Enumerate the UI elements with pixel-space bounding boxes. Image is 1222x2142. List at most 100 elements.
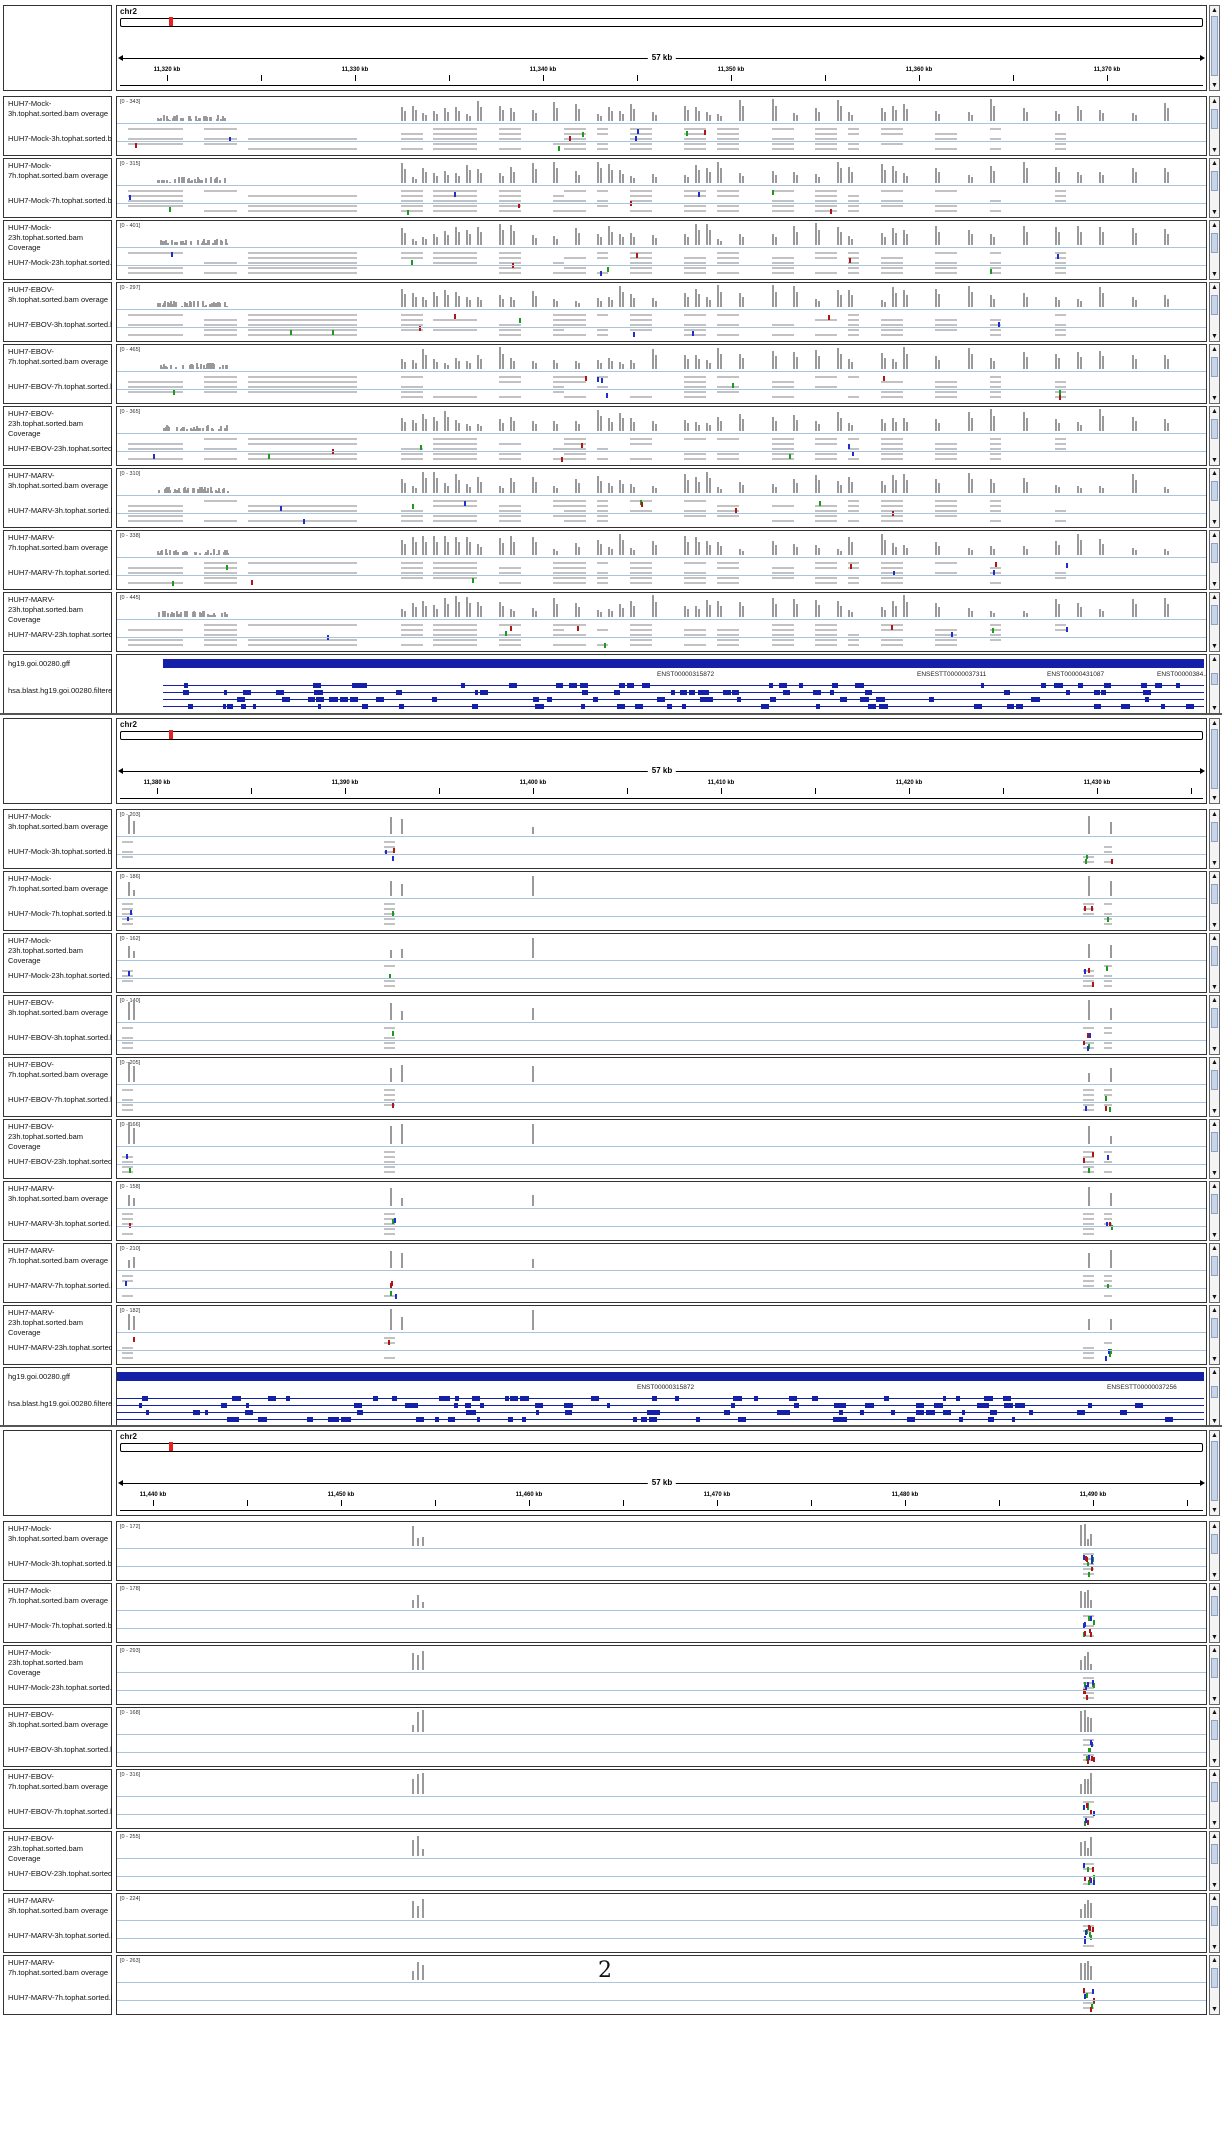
aligned-read[interactable]: [815, 567, 837, 569]
aligned-read[interactable]: [122, 980, 133, 982]
aligned-read[interactable]: [248, 324, 357, 326]
coverage-track-label[interactable]: HUH7-MARV-7h.tophat.sorted.bam overage: [8, 533, 112, 553]
alignment-track[interactable]: [117, 187, 1206, 217]
aligned-read[interactable]: [248, 453, 357, 455]
aligned-read[interactable]: [499, 272, 521, 274]
aligned-read[interactable]: [553, 314, 564, 316]
aligned-read[interactable]: [717, 272, 739, 274]
aligned-read[interactable]: [717, 324, 739, 326]
aligned-read[interactable]: [248, 624, 357, 626]
aligned-read[interactable]: [248, 257, 357, 259]
scrollbar-thumb[interactable]: [1211, 1534, 1218, 1554]
aligned-read[interactable]: [128, 195, 183, 197]
coverage-track-label[interactable]: HUH7-Mock-23h.tophat.sorted.bam Coverage: [8, 1648, 112, 1678]
aligned-read[interactable]: [881, 128, 903, 130]
alignment-track-label[interactable]: HUH7-EBOV-3h.tophat.sorted.bam: [8, 320, 112, 330]
aligned-read[interactable]: [935, 443, 957, 445]
alignment-track[interactable]: [117, 125, 1206, 155]
aligned-read[interactable]: [122, 1223, 133, 1225]
aligned-read[interactable]: [630, 314, 652, 316]
coverage-track-label[interactable]: HUH7-EBOV-23h.tophat.sorted.bam Coverage: [8, 1122, 112, 1152]
aligned-read[interactable]: [772, 148, 794, 150]
aligned-read[interactable]: [597, 148, 608, 150]
aligned-read[interactable]: [401, 577, 423, 579]
aligned-read[interactable]: [1083, 913, 1094, 915]
aligned-read[interactable]: [630, 210, 652, 212]
scroll-up-arrow-icon[interactable]: ▲: [1210, 469, 1219, 478]
aligned-read[interactable]: [717, 210, 739, 212]
aligned-read[interactable]: [717, 252, 739, 254]
aligned-read[interactable]: [597, 257, 608, 259]
aligned-read[interactable]: [204, 324, 237, 326]
aligned-read[interactable]: [717, 138, 739, 140]
aligned-read[interactable]: [1083, 1697, 1094, 1699]
aligned-read[interactable]: [881, 438, 903, 440]
aligned-read[interactable]: [204, 272, 237, 274]
alignment-track[interactable]: [117, 621, 1206, 651]
alignment-track[interactable]: [117, 1736, 1206, 1766]
aligned-read[interactable]: [717, 386, 739, 388]
gene-track-label[interactable]: hg19.goi.00280.gff: [8, 659, 112, 669]
aligned-read[interactable]: [401, 453, 423, 455]
aligned-read[interactable]: [248, 438, 357, 440]
aligned-read[interactable]: [717, 143, 739, 145]
coverage-track[interactable]: [117, 471, 1206, 493]
aligned-read[interactable]: [815, 443, 837, 445]
coverage-track[interactable]: [117, 1648, 1206, 1670]
scroll-up-arrow-icon[interactable]: ▲: [1210, 1182, 1219, 1191]
aligned-read[interactable]: [433, 577, 477, 579]
alignment-track-label[interactable]: HUH7-MARV-3h.tophat.sorted.bam: [8, 506, 112, 516]
aligned-read[interactable]: [848, 148, 859, 150]
aligned-read[interactable]: [935, 562, 957, 564]
aligned-read[interactable]: [990, 319, 1001, 321]
scrollbar-thumb[interactable]: [1211, 419, 1218, 439]
aligned-read[interactable]: [248, 510, 357, 512]
aligned-read[interactable]: [564, 453, 586, 455]
alignment-track[interactable]: [117, 1798, 1206, 1828]
aligned-read[interactable]: [630, 257, 652, 259]
coverage-track-label[interactable]: HUH7-Mock-3h.tophat.sorted.bam overage: [8, 812, 112, 832]
aligned-read[interactable]: [717, 515, 739, 517]
chromosome-name[interactable]: chr2: [120, 1432, 137, 1441]
aligned-read[interactable]: [204, 262, 237, 264]
aligned-read[interactable]: [848, 314, 859, 316]
aligned-read[interactable]: [553, 624, 564, 626]
aligned-read[interactable]: [433, 128, 477, 130]
aligned-read[interactable]: [564, 510, 586, 512]
vertical-scrollbar[interactable]: ▲ ▼: [1209, 1707, 1220, 1767]
aligned-read[interactable]: [553, 324, 564, 326]
aligned-read[interactable]: [630, 639, 652, 641]
aligned-read[interactable]: [848, 143, 859, 145]
aligned-read[interactable]: [564, 128, 586, 130]
aligned-read[interactable]: [772, 138, 794, 140]
aligned-read[interactable]: [815, 195, 837, 197]
aligned-read[interactable]: [684, 148, 706, 150]
coverage-track[interactable]: [117, 99, 1206, 121]
aligned-read[interactable]: [717, 128, 739, 130]
aligned-read[interactable]: [772, 634, 794, 636]
aligned-read[interactable]: [433, 634, 477, 636]
aligned-read[interactable]: [1104, 1042, 1112, 1044]
aligned-read[interactable]: [684, 143, 706, 145]
vertical-scrollbar[interactable]: ▲ ▼: [1209, 220, 1220, 280]
coverage-track[interactable]: [117, 223, 1206, 245]
aligned-read[interactable]: [128, 443, 183, 445]
aligned-read[interactable]: [935, 133, 957, 135]
alignment-track-label[interactable]: HUH7-EBOV-23h.tophat.sorted.bam: [8, 1157, 112, 1167]
aligned-read[interactable]: [384, 1047, 395, 1049]
scroll-down-arrow-icon[interactable]: ▼: [1210, 983, 1219, 992]
aligned-read[interactable]: [935, 138, 957, 140]
aligned-read[interactable]: [935, 205, 957, 207]
aligned-read[interactable]: [848, 195, 859, 197]
aligned-read[interactable]: [684, 577, 706, 579]
aligned-read[interactable]: [564, 634, 586, 636]
aligned-read[interactable]: [772, 577, 794, 579]
aligned-read[interactable]: [717, 262, 739, 264]
chromosome-ideogram[interactable]: [120, 730, 1203, 740]
coverage-track[interactable]: [117, 998, 1206, 1020]
scrollbar-thumb[interactable]: [1211, 605, 1218, 625]
gene-feature-bar[interactable]: [163, 659, 1204, 668]
aligned-read[interactable]: [401, 252, 423, 254]
aligned-read[interactable]: [128, 572, 183, 574]
aligned-read[interactable]: [935, 500, 957, 502]
